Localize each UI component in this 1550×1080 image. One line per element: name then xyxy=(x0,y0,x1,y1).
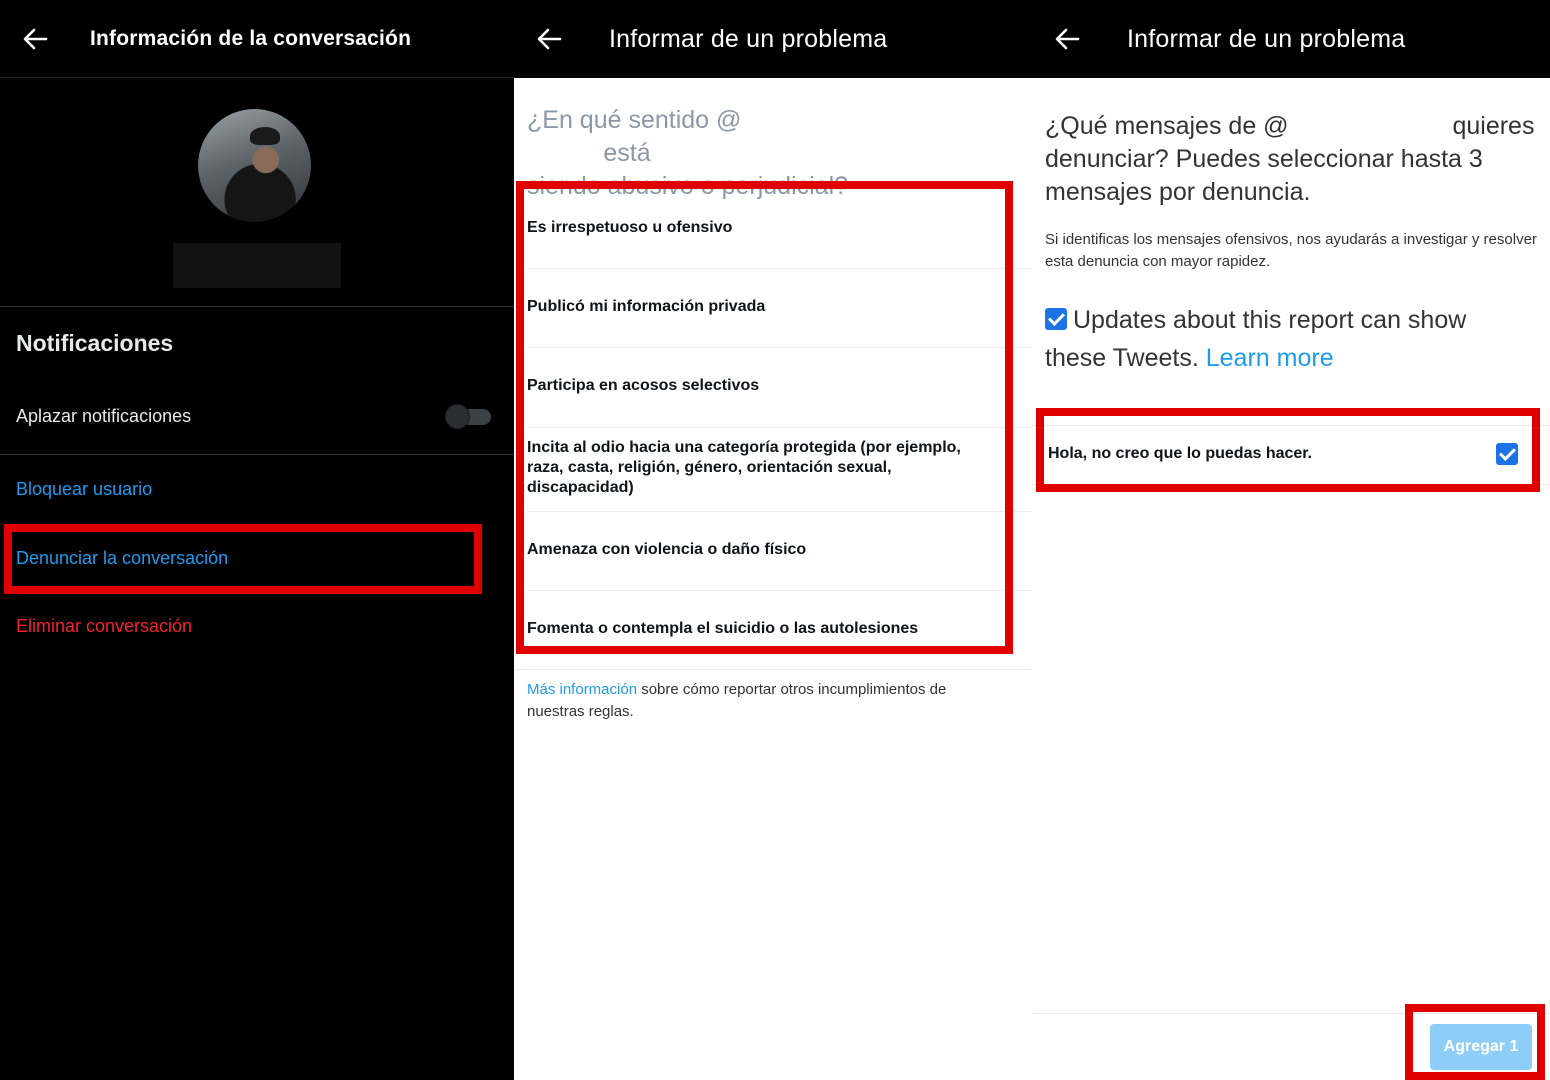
report-reason-panel: Informar de un problema ¿En qué sentido … xyxy=(514,0,1032,1080)
page-title: Información de la conversación xyxy=(90,27,412,50)
question-part: siendo abusivo o perjudicial? xyxy=(527,172,849,200)
more-info-link[interactable]: Más información xyxy=(527,681,637,698)
report-option-harassment[interactable]: Participa en acosos selectivos xyxy=(527,376,1005,396)
divider xyxy=(1032,425,1550,426)
message-checkbox[interactable] xyxy=(1496,443,1518,465)
report-option-private-info[interactable]: Publicó mi información privada xyxy=(527,297,1005,317)
question-part: está xyxy=(603,139,651,167)
message-item[interactable]: Hola, no creo que lo puedas hacer. xyxy=(1048,445,1312,463)
divider xyxy=(527,427,1032,428)
page-title: Informar de un problema xyxy=(609,25,888,53)
question-part: quieres xyxy=(1452,112,1535,140)
divider xyxy=(0,306,514,307)
page-title: Informar de un problema xyxy=(1127,25,1406,53)
top-bar: Informar de un problema xyxy=(514,0,1032,78)
notifications-heading: Notificaciones xyxy=(16,330,174,356)
highlight-box xyxy=(516,181,1013,654)
report-conversation-button[interactable]: Denunciar la conversación xyxy=(16,548,228,569)
updates-text: Updates about this report can show these… xyxy=(1045,301,1525,377)
question-part: ¿Qué mensajes de @ xyxy=(1045,112,1289,140)
snooze-notifications-label[interactable]: Aplazar notificaciones xyxy=(16,406,191,427)
divider xyxy=(514,669,1032,670)
report-question: ¿En qué sentido @ está siendo abusivo o … xyxy=(527,104,997,203)
back-arrow-icon[interactable] xyxy=(1052,24,1082,54)
back-arrow-icon[interactable] xyxy=(534,24,564,54)
conversation-info-panel: Información de la conversación Notificac… xyxy=(0,0,514,1080)
report-option-violence[interactable]: Amenaza con violencia o daño físico xyxy=(527,540,1005,560)
back-arrow-icon[interactable] xyxy=(20,24,50,54)
divider xyxy=(527,590,1032,591)
learn-more-link[interactable]: Learn more xyxy=(1206,344,1334,372)
delete-conversation-button[interactable]: Eliminar conversación xyxy=(16,616,192,637)
add-button[interactable]: Agregar 1 xyxy=(1430,1024,1532,1070)
report-messages-panel: Informar de un problema ¿Qué mensajes de… xyxy=(1032,0,1550,1080)
question-part: ¿En qué sentido @ xyxy=(527,106,742,134)
divider xyxy=(527,268,1032,269)
snooze-notifications-toggle[interactable] xyxy=(445,404,491,429)
divider xyxy=(1032,484,1550,485)
report-option-hate[interactable]: Incita al odio hacia una categoría prote… xyxy=(527,438,977,498)
block-user-button[interactable]: Bloquear usuario xyxy=(16,479,152,500)
avatar[interactable] xyxy=(198,109,311,222)
divider xyxy=(1032,1013,1550,1014)
messages-question: ¿Qué mensajes de @ quieres denunciar? Pu… xyxy=(1045,110,1540,209)
redacted-username xyxy=(173,243,341,288)
question-part: denunciar? Puedes seleccionar hasta 3 me… xyxy=(1045,145,1483,206)
divider xyxy=(527,511,1032,512)
top-bar: Informar de un problema xyxy=(1032,0,1550,78)
top-bar: Información de la conversación xyxy=(0,0,514,78)
messages-description: Si identificas los mensajes ofensivos, n… xyxy=(1045,231,1537,270)
divider xyxy=(0,454,514,455)
divider xyxy=(527,347,1032,348)
report-option-self-harm[interactable]: Fomenta o contempla el suicidio o las au… xyxy=(527,619,1005,639)
more-info-text: Más información sobre cómo reportar otro… xyxy=(527,679,997,723)
report-option-disrespectful[interactable]: Es irrespetuoso u ofensivo xyxy=(527,218,1005,238)
